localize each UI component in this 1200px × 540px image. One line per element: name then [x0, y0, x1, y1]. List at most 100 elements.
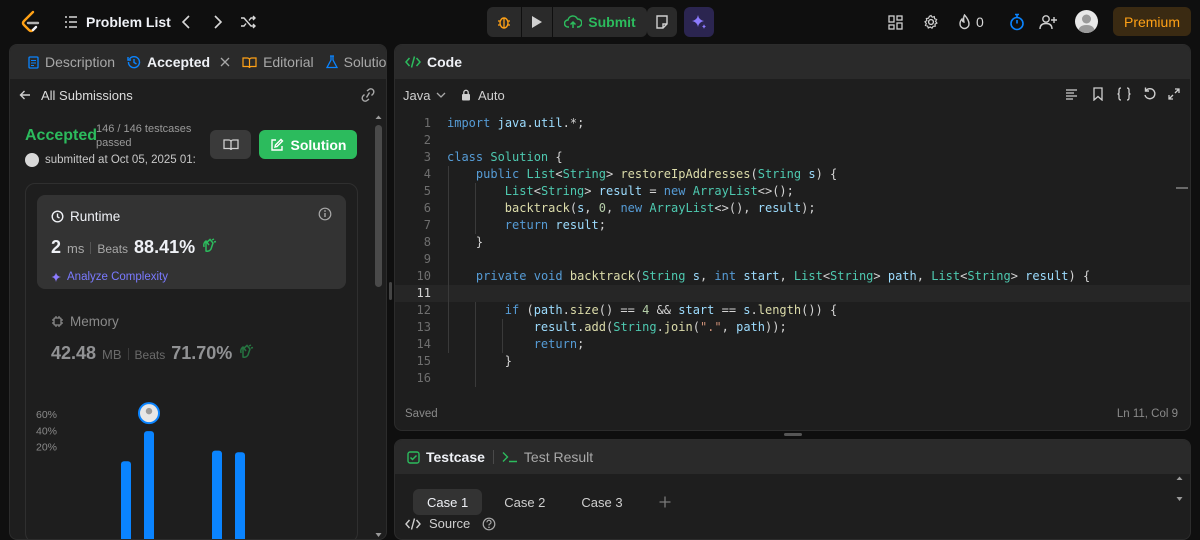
- source-label[interactable]: Source: [429, 516, 470, 531]
- distribution-bar[interactable]: [121, 461, 131, 540]
- metric-divider: [90, 241, 92, 254]
- edit-icon: [270, 138, 283, 151]
- code-line[interactable]: 1 import java.util.*;: [395, 115, 1190, 132]
- code-editor[interactable]: 1 import java.util.*; 2 3 class Solution {4 …: [395, 115, 1190, 387]
- mini-avatar: [25, 153, 39, 167]
- tab-test-result[interactable]: Test Result: [502, 449, 593, 465]
- user-plus-icon: [1039, 15, 1057, 30]
- timer-button[interactable]: [1008, 12, 1026, 32]
- add-case-button[interactable]: [645, 489, 685, 515]
- tab-editorial[interactable]: Editorial: [236, 45, 320, 79]
- code-line[interactable]: 8 }: [395, 234, 1190, 251]
- memory-metric[interactable]: 42.48 MB Beats 71.70%: [51, 343, 254, 364]
- close-icon[interactable]: [220, 57, 230, 67]
- submitted-at-text: submitted at Oct 05, 2025 01:: [45, 154, 196, 166]
- chevron-left-icon: [181, 15, 190, 29]
- tab-accepted-label: Accepted: [147, 54, 211, 70]
- tab-testcase[interactable]: Testcase: [407, 449, 485, 465]
- terminal-icon: [502, 452, 517, 463]
- case-tab-2[interactable]: Case 2: [490, 489, 559, 515]
- code-line[interactable]: 6 backtrack(s, 0, new ArrayList<>(), res…: [395, 200, 1190, 217]
- bookmark-icon[interactable]: [1092, 87, 1104, 101]
- settings-button[interactable]: [922, 13, 940, 31]
- line-number: 11: [416, 286, 431, 300]
- distribution-bar[interactable]: [144, 431, 154, 540]
- distribution-bar[interactable]: [235, 452, 245, 540]
- debug-button[interactable]: [487, 7, 521, 37]
- leetcode-logo-icon[interactable]: [20, 10, 42, 34]
- code-line[interactable]: 10 private void backtrack(String s, int …: [395, 268, 1190, 285]
- problem-list-button[interactable]: Problem List: [64, 11, 171, 33]
- tab-description[interactable]: Description: [22, 45, 121, 79]
- braces-icon[interactable]: [1116, 87, 1132, 101]
- left-panel: Description Accepted Editorial Solutio A…: [9, 44, 387, 540]
- code-line[interactable]: 5 List<String> result = new ArrayList<>(…: [395, 183, 1190, 200]
- stats-box: Runtime 2 ms Beats 88.41% Analyze Comple…: [25, 183, 358, 540]
- editorial-book-button[interactable]: [210, 130, 251, 159]
- analyze-complexity-label: Analyze Complexity: [67, 271, 168, 283]
- all-submissions-link[interactable]: All Submissions: [19, 88, 133, 103]
- help-icon[interactable]: [482, 517, 496, 531]
- prev-problem-button[interactable]: [178, 12, 194, 32]
- notes-button[interactable]: [647, 7, 677, 37]
- link-icon[interactable]: [360, 88, 376, 102]
- vertical-resize-handle[interactable]: [784, 433, 802, 436]
- expand-icon[interactable]: [1168, 88, 1180, 100]
- code-line[interactable]: 4 public List<String> restoreIpAddresses…: [395, 166, 1190, 183]
- code-line[interactable]: 2: [395, 132, 1190, 149]
- panel-resize-handle[interactable]: [389, 282, 392, 300]
- line-code: import java.util.*;: [447, 116, 585, 130]
- top-bar: Problem List Submit 0 Premium: [0, 0, 1200, 44]
- info-icon[interactable]: [318, 207, 332, 221]
- run-button[interactable]: [522, 7, 552, 37]
- code-line[interactable]: 13 result.add(String.join(".", path));: [395, 319, 1190, 336]
- next-problem-button[interactable]: [210, 12, 226, 32]
- ai-assistant-button[interactable]: [684, 7, 714, 37]
- code-line[interactable]: 9: [395, 251, 1190, 268]
- code-scroll-marker: [1176, 187, 1188, 189]
- code-line[interactable]: 16: [395, 370, 1190, 387]
- memory-value: 42.48: [51, 343, 97, 363]
- left-scrollbar-thumb[interactable]: [375, 125, 382, 287]
- user-avatar[interactable]: [1075, 10, 1098, 33]
- code-line[interactable]: 14 return;: [395, 336, 1190, 353]
- analyze-complexity-link[interactable]: Analyze Complexity: [51, 271, 168, 283]
- code-line[interactable]: 11: [395, 285, 1190, 302]
- add-friend-button[interactable]: [1038, 12, 1058, 32]
- metric-divider: [127, 347, 129, 360]
- language-select[interactable]: Java: [403, 88, 446, 103]
- code-icon: [405, 56, 421, 68]
- case-tab-3[interactable]: Case 3: [567, 489, 636, 515]
- line-number: 12: [416, 303, 431, 317]
- shuffle-button[interactable]: [238, 12, 258, 32]
- bug-icon: [498, 17, 510, 29]
- code-line[interactable]: 3 class Solution {: [395, 149, 1190, 166]
- layout-button[interactable]: [886, 13, 904, 31]
- code-line[interactable]: 15 }: [395, 353, 1190, 370]
- submit-button[interactable]: Submit: [553, 7, 647, 37]
- line-number: 5: [423, 184, 431, 198]
- memory-unit: MB: [102, 347, 122, 362]
- distribution-bar[interactable]: [212, 450, 222, 540]
- line-code: }: [447, 235, 484, 249]
- streak-counter[interactable]: 0: [958, 12, 984, 32]
- format-icon[interactable]: [1065, 88, 1078, 101]
- auto-mode-toggle[interactable]: Auto: [461, 88, 505, 103]
- code-line[interactable]: 7 return result;: [395, 217, 1190, 234]
- tab-accepted[interactable]: Accepted: [121, 45, 236, 79]
- case-tab-1[interactable]: Case 1: [413, 489, 483, 515]
- testcases-passed: 146 / 146 testcases passed: [96, 123, 192, 149]
- run-submit-group: Submit: [487, 7, 647, 37]
- premium-button[interactable]: Premium: [1113, 7, 1191, 36]
- document-icon: [28, 55, 39, 69]
- runtime-card[interactable]: Runtime 2 ms Beats 88.41% Analyze Comple…: [37, 195, 346, 289]
- line-number: 3: [423, 150, 431, 164]
- post-solution-button[interactable]: Solution: [259, 130, 357, 159]
- tab-solutions[interactable]: Solutio: [320, 45, 386, 79]
- left-tab-bar: Description Accepted Editorial Solutio: [10, 45, 386, 79]
- code-line[interactable]: 12 if (path.size() == 4 && start == s.le…: [395, 302, 1190, 319]
- memory-title[interactable]: Memory: [51, 314, 119, 329]
- line-code: return;: [533, 337, 585, 351]
- reset-icon[interactable]: [1143, 87, 1157, 101]
- test-scroll-arrows[interactable]: [1175, 474, 1184, 506]
